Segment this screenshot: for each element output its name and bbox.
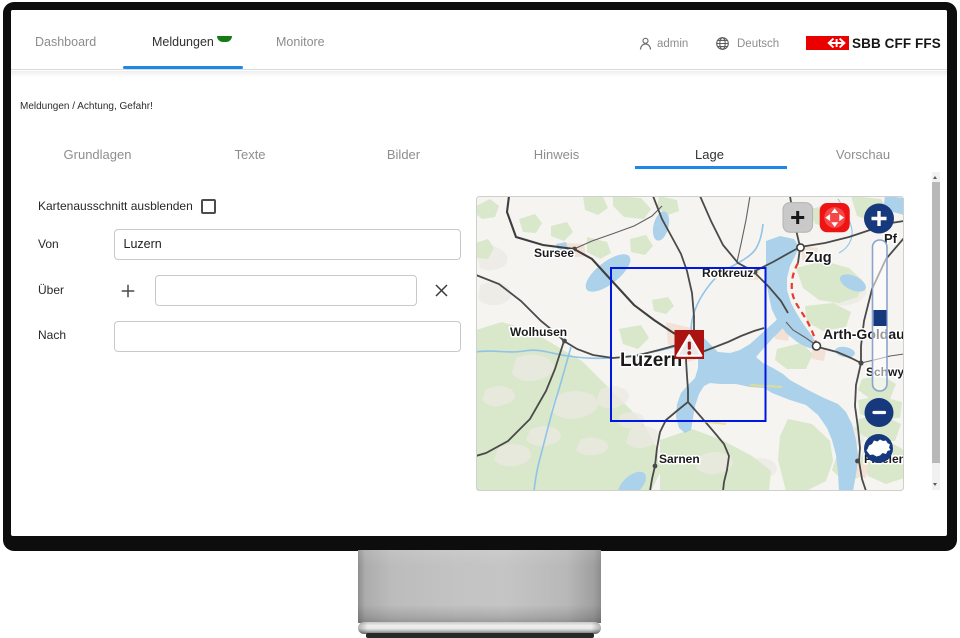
svg-text:Sursee: Sursee bbox=[534, 246, 574, 260]
svg-text:Arth-Goldau: Arth-Goldau bbox=[823, 326, 904, 342]
svg-text:Luzern: Luzern bbox=[620, 350, 682, 371]
svg-text:Wolhusen: Wolhusen bbox=[510, 325, 567, 339]
svg-text:Sarnen: Sarnen bbox=[659, 452, 700, 466]
svg-text:Zug: Zug bbox=[805, 250, 832, 266]
